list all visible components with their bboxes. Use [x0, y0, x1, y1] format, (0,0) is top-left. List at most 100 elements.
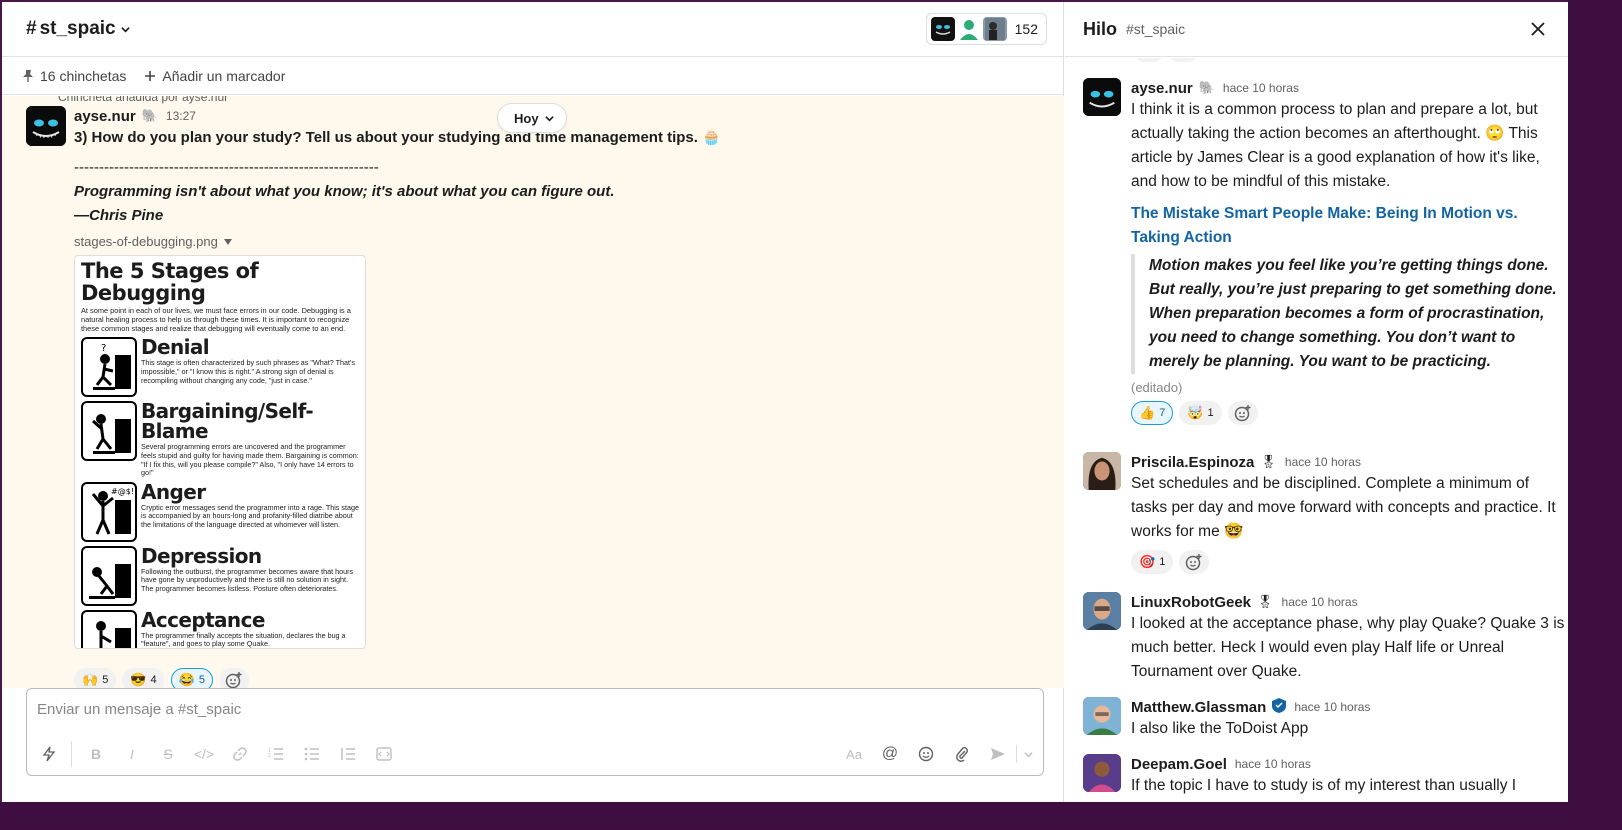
blockquote-button[interactable]: [334, 741, 362, 767]
quote-author: —Chris Pine: [74, 207, 164, 224]
add-emoji-icon: [225, 672, 242, 688]
chevron-down-icon: [544, 115, 554, 121]
reaction-pill[interactable]: 😂 5: [170, 668, 213, 688]
date-jump-button[interactable]: Hoy: [497, 103, 567, 133]
toolbar-divider: [71, 741, 72, 767]
user-avatar[interactable]: [1083, 754, 1121, 792]
bold-button[interactable]: B: [82, 741, 110, 767]
link-preview-quote: Motion makes you feel like you’re gettin…: [1131, 254, 1565, 374]
send-button[interactable]: [984, 741, 1012, 767]
reaction-pill[interactable]: 🙌 5: [74, 668, 117, 688]
user-avatar[interactable]: [1083, 592, 1121, 630]
reaction-pill[interactable]: 👍 7: [1131, 401, 1174, 425]
reaction-pill[interactable]: 🤯 1: [1179, 401, 1222, 425]
paperclip-icon: [956, 747, 968, 762]
thread-reply[interactable]: Priscila.Espinoza 🎖 hace 10 horas Set sc…: [1083, 452, 1565, 574]
pinned-items-button[interactable]: 16 chinchetas: [22, 68, 126, 84]
user-name[interactable]: Matthew.Glassman: [1131, 699, 1266, 716]
add-bookmark-button[interactable]: Añadir un marcador: [144, 68, 285, 84]
desk-figure-icon: [81, 545, 137, 606]
send-options-button[interactable]: [1021, 741, 1035, 767]
pinned-note: Chincheta añadida por ayse.nur: [58, 96, 229, 104]
reaction-emoji: 😎: [130, 672, 147, 687]
thread-reply[interactable]: LinuxRobotGeek 🎖 hace 10 horas I looked …: [1083, 592, 1565, 684]
thread-reply[interactable]: ayse.nur 🐘 hace 10 horas I think it is a…: [1083, 78, 1565, 425]
desk-figure-icon: ?: [81, 337, 137, 398]
file-name[interactable]: stages-of-debugging.png: [74, 234, 721, 249]
strikethrough-icon: S: [163, 746, 173, 762]
lightning-icon: [42, 746, 56, 762]
reaction-count: 1: [1159, 556, 1166, 568]
code-block-button[interactable]: [370, 741, 398, 767]
formatting-toggle-button[interactable]: Aa: [840, 741, 868, 767]
message-time[interactable]: hace 10 horas: [1235, 757, 1311, 771]
attached-image[interactable]: The 5 Stages of Debugging At some point …: [74, 255, 366, 649]
message-time[interactable]: hace 10 horas: [1282, 595, 1358, 609]
reaction-emoji: 👍: [1139, 405, 1156, 420]
message-time[interactable]: hace 10 horas: [1223, 81, 1299, 95]
member-avatar: [982, 17, 1007, 41]
ordered-list-button[interactable]: 12: [262, 741, 290, 767]
add-reaction-button[interactable]: [1179, 550, 1210, 574]
hash-icon: #: [26, 18, 37, 39]
stage-desc: Cryptic error messages send the programm…: [141, 502, 359, 529]
user-name[interactable]: ayse.nur: [74, 108, 136, 125]
thread-channel-link[interactable]: #st_spaic: [1126, 21, 1185, 37]
bulleted-list-button[interactable]: [298, 741, 326, 767]
reaction-pill[interactable]: 😎 4: [122, 668, 165, 688]
member-avatar: [930, 17, 955, 41]
shield-badge-icon: [1272, 698, 1287, 716]
composer-input[interactable]: Enviar un mensaje a #st_spaic: [37, 701, 241, 718]
quote-text: Programming isn't about what you know; i…: [74, 183, 615, 200]
stage-desc: The programmer finally accepts the situa…: [141, 630, 346, 649]
thread-replies: ayse.nur 🐘 hace 10 horas I think it is a…: [1065, 58, 1568, 802]
reply-text: If the topic I have to study is of my in…: [1131, 777, 1517, 794]
emoji-button[interactable]: [912, 741, 940, 767]
message-time[interactable]: hace 10 horas: [1285, 455, 1361, 469]
strikethrough-button[interactable]: S: [154, 741, 182, 767]
reaction-count: 5: [102, 674, 109, 686]
smiley-icon: [918, 746, 934, 762]
mention-button[interactable]: @: [876, 741, 904, 767]
attach-button[interactable]: [948, 741, 976, 767]
user-avatar[interactable]: [1083, 697, 1121, 735]
add-reaction-button[interactable]: [1227, 401, 1258, 425]
user-avatar[interactable]: [26, 106, 66, 146]
article-link[interactable]: The Mistake Smart People Make: Being In …: [1131, 202, 1565, 250]
user-name[interactable]: Priscila.Espinoza: [1131, 454, 1254, 471]
user-name[interactable]: ayse.nur: [1131, 80, 1193, 97]
message[interactable]: ayse.nur 🐘 13:27 3) How do you plan your…: [26, 106, 721, 649]
stage-desc: This stage is often characterized by suc…: [141, 358, 355, 385]
member-list-button[interactable]: 152: [925, 13, 1047, 45]
user-avatar[interactable]: [1083, 452, 1121, 490]
italic-button[interactable]: I: [118, 741, 146, 767]
blockquote-icon: [341, 748, 355, 760]
add-reaction-button[interactable]: [218, 668, 249, 688]
thread-reply[interactable]: Deepam.Goel hace 10 horas If the topic I…: [1083, 754, 1565, 798]
text-format-icon: Aa: [846, 746, 862, 762]
custom-emoji-icon: 🧁: [702, 129, 721, 146]
close-thread-button[interactable]: [1524, 15, 1552, 43]
link-button[interactable]: [226, 741, 254, 767]
message-composer[interactable]: Enviar un mensaje a #st_spaic B I S </> …: [26, 688, 1044, 776]
code-button[interactable]: </>: [190, 741, 218, 767]
user-name[interactable]: Deepam.Goel: [1131, 756, 1227, 773]
desk-figure-icon: [81, 609, 137, 648]
thread-reply[interactable]: Matthew.Glassman hace 10 horas I also li…: [1083, 697, 1565, 741]
user-avatar[interactable]: [1083, 78, 1121, 116]
reaction-pill[interactable]: 🎯 1: [1131, 550, 1174, 574]
link-icon: [233, 747, 247, 761]
image-title: The 5 Stages of Debugging: [81, 259, 259, 305]
user-name[interactable]: LinuxRobotGeek: [1131, 594, 1251, 611]
message-text: 3) How do you plan your study? Tell us a…: [74, 129, 721, 146]
channel-pane: # st_spaic 152 16 chinchetas Añadir un m…: [2, 2, 1064, 802]
stage-acceptance: Acceptance The programmer finally accepts…: [81, 609, 359, 649]
message-time[interactable]: 13:27: [166, 109, 196, 123]
reaction-count: 5: [198, 674, 205, 686]
reply-text: Set schedules and be disciplined. Comple…: [1131, 475, 1556, 540]
shortcuts-button[interactable]: [35, 741, 63, 767]
channel-name-button[interactable]: # st_spaic: [26, 18, 130, 40]
plus-icon: [145, 70, 156, 81]
reaction-bar: 🙌 5 😎 4 😂 5: [74, 668, 249, 688]
message-time[interactable]: hace 10 horas: [1294, 700, 1370, 714]
